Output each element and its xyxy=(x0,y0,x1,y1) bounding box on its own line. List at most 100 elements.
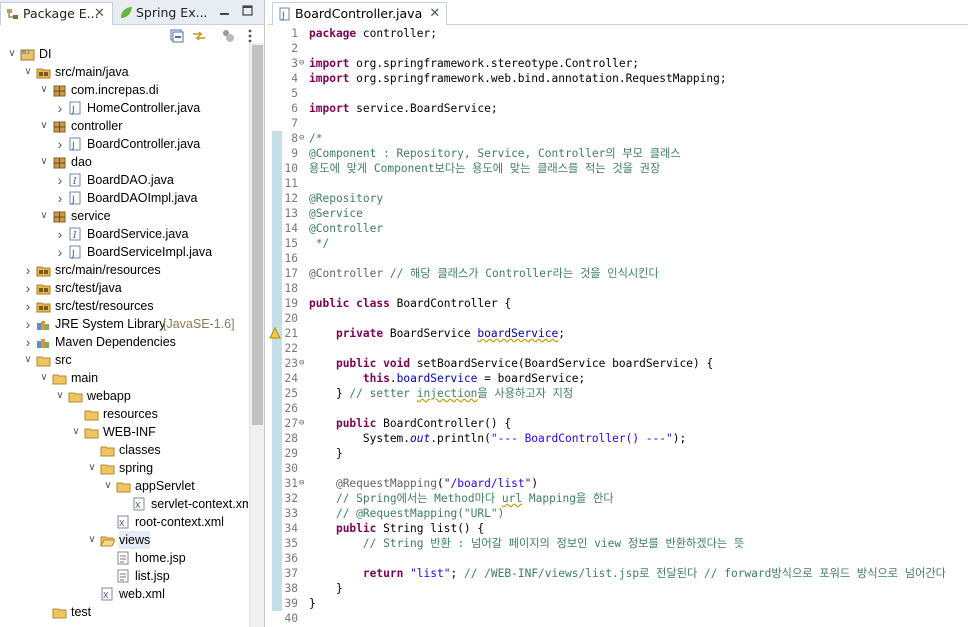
code-line[interactable]: 39} xyxy=(268,596,968,611)
code-line[interactable]: 8 ⊖ /* xyxy=(268,131,968,146)
code-line[interactable]: 9 @Component : Repository, Service, Contr… xyxy=(268,146,968,161)
tree-item[interactable]: ∨ com.increpas.di xyxy=(0,81,248,99)
chevron-down-icon[interactable]: ∨ xyxy=(70,423,82,441)
tree-scrollbar[interactable] xyxy=(249,43,264,627)
chevron-down-icon[interactable]: ∨ xyxy=(54,387,66,405)
tree-item[interactable]: › J BoardServiceImpl.java xyxy=(0,243,248,261)
tree-item[interactable]: › J BoardDAOImpl.java xyxy=(0,189,248,207)
chevron-right-icon[interactable]: › xyxy=(54,99,66,117)
code-line[interactable]: 38 } xyxy=(268,581,968,596)
code-line[interactable]: 17 @Controller // 해당 클래스가 Controller라는 것을… xyxy=(268,266,968,281)
chevron-down-icon[interactable]: ∨ xyxy=(38,207,50,225)
code-line[interactable]: 25 } // setter injection을 사용하고자 지정 xyxy=(268,386,968,401)
code-line[interactable]: 4 import org.springframework.web.bind.ann… xyxy=(268,71,968,86)
tree-item[interactable]: › src/test/java xyxy=(0,279,248,297)
tree-item[interactable]: home.jsp xyxy=(0,549,248,567)
code-line[interactable]: 22 xyxy=(268,341,968,356)
fold-toggle-icon[interactable]: ⊖ xyxy=(299,56,304,71)
code-line[interactable]: 32 // Spring에서는 Method마다 url Mapping을 한다 xyxy=(268,491,968,506)
tree-item[interactable]: ∨ WEB-INF xyxy=(0,423,248,441)
chevron-down-icon[interactable]: ∨ xyxy=(38,81,50,99)
fold-toggle-icon[interactable]: ⊖ xyxy=(299,131,304,146)
chevron-right-icon[interactable]: › xyxy=(22,297,34,315)
code-line[interactable]: 6 import service.BoardService; xyxy=(268,101,968,116)
chevron-right-icon[interactable]: › xyxy=(22,261,34,279)
chevron-down-icon[interactable]: ∨ xyxy=(38,117,50,135)
code-line[interactable]: 30 xyxy=(268,461,968,476)
chevron-down-icon[interactable]: ∨ xyxy=(38,369,50,387)
chevron-right-icon[interactable]: › xyxy=(22,315,34,333)
tree-item[interactable]: ∨ main xyxy=(0,369,248,387)
code-line[interactable]: 2 xyxy=(268,41,968,56)
code-line[interactable]: 31 ⊖ @RequestMapping("/board/list") xyxy=(268,476,968,491)
tree-item[interactable]: ∨ webapp xyxy=(0,387,248,405)
tab-board-controller[interactable]: J BoardController.java ✕ xyxy=(272,2,448,25)
focus-icon[interactable] xyxy=(220,28,236,44)
tree-item[interactable]: Xroot-context.xml xyxy=(0,513,248,531)
code-line[interactable]: 10 용도에 맞게 Component보다는 용도에 맞는 클래스를 적는 것을 … xyxy=(268,161,968,176)
maximize-icon[interactable] xyxy=(242,5,254,17)
code-line[interactable]: 21 private BoardService boardService; xyxy=(268,326,968,341)
tree-item[interactable]: Xweb.xml xyxy=(0,585,248,603)
tree-item[interactable]: › src/test/resources xyxy=(0,297,248,315)
code-line[interactable]: 20 xyxy=(268,311,968,326)
code-line[interactable]: 7 xyxy=(268,116,968,131)
tab-package-explorer[interactable]: Package E... ✕ xyxy=(0,2,113,25)
chevron-right-icon[interactable]: › xyxy=(22,279,34,297)
chevron-down-icon[interactable]: ∨ xyxy=(6,45,18,63)
tree-item[interactable]: › src/main/resources xyxy=(0,261,248,279)
tree-item[interactable]: › I BoardDAO.java xyxy=(0,171,248,189)
fold-toggle-icon[interactable]: ⊖ xyxy=(299,476,304,491)
view-menu-icon[interactable] xyxy=(242,28,258,44)
warning-icon[interactable] xyxy=(269,327,281,339)
code-line[interactable]: 24 this.boardService = boardService; xyxy=(268,371,968,386)
fold-toggle-icon[interactable]: ⊖ xyxy=(299,416,304,431)
tree-item[interactable]: ∨ views xyxy=(0,531,248,549)
tree-item[interactable]: › Maven Dependencies xyxy=(0,333,248,351)
code-line[interactable]: 11 xyxy=(268,176,968,191)
close-icon[interactable]: ✕ xyxy=(429,3,440,24)
code-line[interactable]: 29 } xyxy=(268,446,968,461)
code-line[interactable]: 26 xyxy=(268,401,968,416)
tree-item[interactable]: ∨ src/main/java xyxy=(0,63,248,81)
code-area[interactable]: 1 package controller; 2 3 ⊖ import org.spring… xyxy=(268,26,968,627)
tab-spring-explorer[interactable]: Spring Ex... xyxy=(114,2,224,25)
code-line[interactable]: 18 xyxy=(268,281,968,296)
code-line[interactable]: 15 */ xyxy=(268,236,968,251)
tree-item[interactable]: ∨ dao xyxy=(0,153,248,171)
code-line[interactable]: 34 public String list() { xyxy=(268,521,968,536)
code-line[interactable]: 33 // @RequestMapping("URL") xyxy=(268,506,968,521)
code-line[interactable]: 28 System.out.println("--- BoardControll… xyxy=(268,431,968,446)
code-line[interactable]: 37 return "list"; // /WEB-INF/views/list… xyxy=(268,566,968,581)
tree-item[interactable]: Xservlet-context.xml xyxy=(0,495,248,513)
code-line[interactable]: 19 public class BoardController { xyxy=(268,296,968,311)
tree-item[interactable]: classes xyxy=(0,441,248,459)
chevron-right-icon[interactable]: › xyxy=(54,243,66,261)
code-line[interactable]: 5 xyxy=(268,86,968,101)
code-line[interactable]: 3 ⊖ import org.springframework.stereotype.… xyxy=(268,56,968,71)
code-line[interactable]: 16 xyxy=(268,251,968,266)
tree-item[interactable]: test xyxy=(0,603,248,621)
chevron-down-icon[interactable]: ∨ xyxy=(22,351,34,369)
minimize-icon[interactable] xyxy=(219,5,231,17)
tree-item[interactable]: ∨ controller xyxy=(0,117,248,135)
tree-item[interactable]: › I BoardService.java xyxy=(0,225,248,243)
chevron-right-icon[interactable]: › xyxy=(54,171,66,189)
code-line[interactable]: 40 xyxy=(268,611,968,626)
code-line[interactable]: 12 @Repository xyxy=(268,191,968,206)
code-line[interactable]: 23 ⊖ public void setBoardService(BoardSer… xyxy=(268,356,968,371)
link-with-editor-icon[interactable] xyxy=(191,28,207,44)
tree-item[interactable]: › J HomeController.java xyxy=(0,99,248,117)
chevron-right-icon[interactable]: › xyxy=(54,225,66,243)
code-line[interactable]: 27 ⊖ public BoardController() { xyxy=(268,416,968,431)
tree-item[interactable]: › JRE System Library [JavaSE-1.6] xyxy=(0,315,248,333)
tree-item[interactable]: list.jsp xyxy=(0,567,248,585)
chevron-right-icon[interactable]: › xyxy=(22,333,34,351)
code-line[interactable]: 13 @Service xyxy=(268,206,968,221)
chevron-down-icon[interactable]: ∨ xyxy=(102,477,114,495)
tree-item[interactable]: ∨ spring xyxy=(0,459,248,477)
fold-toggle-icon[interactable]: ⊖ xyxy=(299,356,304,371)
scrollbar-thumb[interactable] xyxy=(252,45,263,425)
collapse-all-icon[interactable] xyxy=(169,28,185,44)
tree-item[interactable]: › J BoardController.java xyxy=(0,135,248,153)
